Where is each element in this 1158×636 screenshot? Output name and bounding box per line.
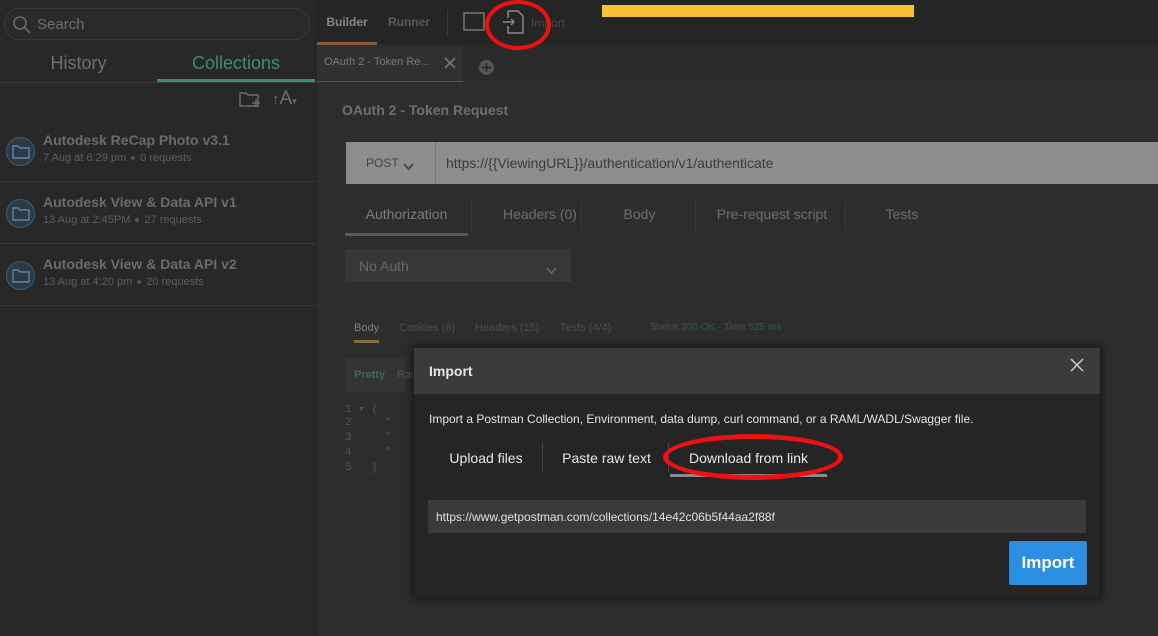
- collection-date: 7 Aug at 6:29 pm: [43, 152, 127, 164]
- status-label: Status: [650, 322, 679, 333]
- tab-upload-files[interactable]: Upload files: [436, 442, 536, 477]
- tab-body[interactable]: Body: [592, 195, 687, 236]
- folder-icon: [6, 261, 35, 290]
- url-input[interactable]: https://{{ViewingURL}}/authentication/v1…: [446, 155, 773, 171]
- tab-collections[interactable]: Collections: [157, 48, 315, 82]
- time-label: Time: [723, 322, 746, 333]
- method-select[interactable]: POST: [346, 142, 436, 184]
- close-icon[interactable]: [1070, 358, 1088, 376]
- request-title: OAuth 2 - Token Request: [342, 102, 509, 118]
- collection-request-count: 20 requests: [146, 276, 204, 288]
- tab-pre-request-script[interactable]: Pre-request script: [702, 195, 842, 236]
- tab-headers[interactable]: Headers (0): [475, 195, 605, 236]
- response-status: Status 200 OK · Time 525 ms: [650, 322, 781, 333]
- tab-history[interactable]: History: [0, 48, 157, 82]
- code-line: 2 ": [345, 417, 392, 429]
- auth-type-label: No Auth: [359, 258, 409, 274]
- time-separator: ·: [717, 322, 722, 333]
- tab-paste-raw-text[interactable]: Paste raw text: [554, 442, 659, 477]
- modal-title: Import: [429, 363, 473, 379]
- code-line: 1 ▾ {: [345, 404, 379, 416]
- time-value: 525 ms: [748, 322, 782, 333]
- tab-runner[interactable]: Runner: [379, 0, 439, 45]
- response-tab-headers[interactable]: Headers (15): [475, 322, 539, 334]
- code-line: 5 }: [345, 462, 379, 474]
- auth-type-select[interactable]: No Auth: [345, 249, 571, 282]
- modal-description: Import a Postman Collection, Environment…: [429, 412, 974, 426]
- annotation-circle: [663, 434, 843, 480]
- toolbar-divider: [447, 10, 448, 36]
- collection-meta: 7 Aug at 6:29 pm 0 requests: [43, 152, 192, 164]
- tab-tests[interactable]: Tests: [857, 195, 947, 236]
- import-button[interactable]: Import: [1009, 541, 1087, 585]
- new-window-icon[interactable]: [463, 12, 487, 37]
- chevron-down-icon: [403, 158, 414, 176]
- tab-divider: [542, 443, 543, 472]
- sort-button[interactable]: ↑A▾: [272, 88, 297, 110]
- tab-authorization[interactable]: Authorization: [345, 195, 468, 236]
- sort-label: A: [279, 88, 293, 109]
- sort-arrow-icon: ↑: [272, 91, 280, 108]
- sidebar-divider: [0, 82, 316, 83]
- tab-divider: [845, 202, 846, 230]
- sidebar: History Collections ↑A▾ Autodesk ReCap P…: [0, 0, 316, 636]
- collection-name: Autodesk View & Data API v2: [43, 256, 237, 272]
- folder-icon: [6, 137, 35, 166]
- search-box[interactable]: [4, 8, 310, 40]
- code-line: 4 ": [345, 447, 392, 459]
- tab-divider: [581, 202, 582, 230]
- top-bar: Builder Runner Import: [317, 0, 1158, 45]
- request-tabs-bar: OAuth 2 - Token Re...: [317, 45, 1158, 82]
- link-input[interactable]: [428, 500, 1086, 533]
- request-tab[interactable]: OAuth 2 - Token Re...: [317, 45, 463, 82]
- modal-header: Import: [414, 348, 1100, 394]
- collection-date: 13 Aug at 4:20 pm: [43, 276, 133, 288]
- collection-item[interactable]: Autodesk View & Data API v1 13 Aug at 2:…: [0, 182, 316, 244]
- add-tab-icon[interactable]: [478, 59, 495, 81]
- collection-meta: 13 Aug at 2:45PM 27 requests: [43, 214, 202, 226]
- format-pretty-button[interactable]: Pretty Raw: [345, 358, 419, 392]
- collection-name: Autodesk View & Data API v1: [43, 194, 237, 210]
- format-pretty-label: Pretty: [354, 369, 386, 381]
- response-tab-body[interactable]: Body: [354, 322, 380, 343]
- search-icon: [13, 16, 31, 34]
- collection-date: 13 Aug at 2:45PM: [43, 214, 131, 226]
- response-tab-tests[interactable]: Tests (4/4): [560, 322, 611, 334]
- search-input[interactable]: [37, 14, 297, 34]
- close-tab-icon[interactable]: [444, 56, 456, 74]
- response-tab-cookies[interactable]: Cookies (6): [399, 322, 455, 334]
- tab-divider: [471, 202, 472, 230]
- request-tab-label: OAuth 2 - Token Re...: [324, 56, 430, 68]
- chevron-down-icon: [546, 262, 557, 280]
- collection-request-count: 27 requests: [144, 214, 202, 226]
- collection-item[interactable]: Autodesk ReCap Photo v3.1 7 Aug at 6:29 …: [0, 120, 316, 182]
- new-collection-icon[interactable]: [239, 90, 261, 113]
- highlight-bar: [602, 5, 914, 17]
- tab-builder[interactable]: Builder: [317, 0, 377, 45]
- folder-icon: [6, 199, 35, 228]
- method-label: POST: [366, 156, 399, 170]
- import-modal: Import Import a Postman Collection, Envi…: [413, 347, 1101, 598]
- tab-divider: [695, 202, 696, 230]
- status-value: 200 OK: [681, 322, 716, 333]
- collection-item[interactable]: Autodesk View & Data API v2 13 Aug at 4:…: [0, 244, 316, 306]
- chevron-down-icon: ▾: [292, 96, 297, 106]
- collection-request-count: 0 requests: [140, 152, 192, 164]
- collection-meta: 13 Aug at 4:20 pm 20 requests: [43, 276, 204, 288]
- annotation-circle: [485, 0, 551, 50]
- url-bar: POST https://{{ViewingURL}}/authenticati…: [346, 142, 1158, 184]
- collection-name: Autodesk ReCap Photo v3.1: [43, 132, 230, 148]
- code-line: 3 ": [345, 432, 392, 444]
